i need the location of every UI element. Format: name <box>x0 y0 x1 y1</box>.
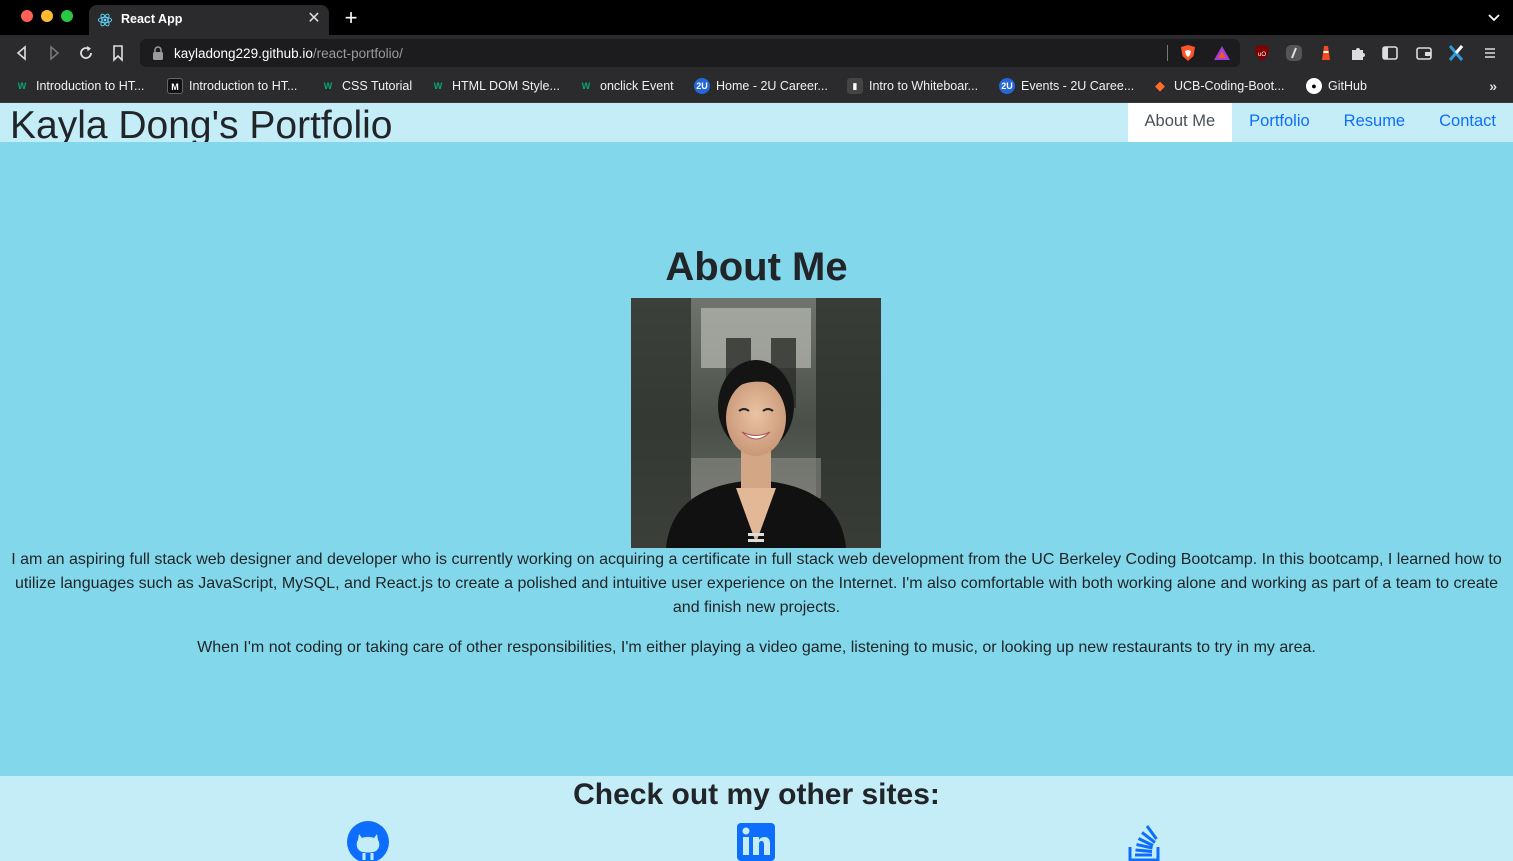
bookmark-item[interactable]: W Introduction to HT... <box>14 78 145 96</box>
page: Kayla Dong's Portfolio About Me Portfoli… <box>0 103 1513 861</box>
w3schools-icon: W <box>581 81 591 91</box>
brave-rewards-icon[interactable] <box>1213 44 1231 62</box>
about-heading: About Me <box>665 245 848 289</box>
bookmark-item[interactable]: ▮ Intro to Whiteboar... <box>847 78 978 96</box>
react-icon <box>97 13 113 27</box>
site-footer: Check out my other sites: <box>0 776 1513 861</box>
bookmark-item[interactable]: ◆ UCB-Coding-Boot... <box>1152 78 1284 96</box>
extensions-puzzle-icon[interactable] <box>1349 44 1367 62</box>
bookmark-icon[interactable] <box>109 44 127 62</box>
about-paragraph: When I'm not coding or taking care of ot… <box>197 639 1316 656</box>
bookmark-item[interactable]: 2U Events - 2U Caree... <box>999 78 1134 96</box>
back-icon[interactable] <box>13 44 31 62</box>
url-text: kayladong229.github.io/react-portfolio/ <box>174 46 403 61</box>
extension-slash-icon[interactable] <box>1285 44 1303 62</box>
bookmark-item[interactable]: W CSS Tutorial <box>320 78 412 96</box>
nav-resume[interactable]: Resume <box>1327 103 1422 142</box>
svg-text:uO: uO <box>1258 52 1266 58</box>
close-window-button[interactable] <box>21 10 33 22</box>
forward-icon[interactable] <box>45 44 63 62</box>
nav-about-me[interactable]: About Me <box>1127 103 1233 142</box>
bookmarks-bar: W Introduction to HT... M Introduction to … <box>0 71 1513 103</box>
bookmark-item[interactable]: M Introduction to HT... <box>167 78 297 96</box>
extension-lighthouse-icon[interactable] <box>1317 44 1335 62</box>
tab-title: React App <box>121 12 183 26</box>
bookmark-item[interactable]: W HTML DOM Style... <box>430 78 560 96</box>
bookmark-item[interactable]: Wonclick Event <box>578 78 674 96</box>
url-separator <box>1167 45 1168 61</box>
m-icon: M <box>167 78 183 94</box>
maximize-window-button[interactable] <box>61 10 73 22</box>
linkedin-icon[interactable] <box>734 820 778 861</box>
ublock-icon[interactable]: uO <box>1253 44 1271 62</box>
bookmark-item[interactable]: 2U Home - 2U Career... <box>694 78 828 96</box>
new-tab-button[interactable]: + <box>341 7 361 29</box>
browser-tab-bar: React App ✕ + <box>0 0 1513 35</box>
chevron-down-icon[interactable] <box>1487 10 1501 24</box>
lock-icon <box>153 46 163 60</box>
nav-portfolio[interactable]: Portfolio <box>1232 103 1327 142</box>
site-header: Kayla Dong's Portfolio About Me Portfoli… <box>0 103 1513 147</box>
nav-contact[interactable]: Contact <box>1422 103 1513 142</box>
w3schools-icon: W <box>323 81 333 91</box>
reload-icon[interactable] <box>77 44 95 62</box>
wallet-icon[interactable] <box>1415 44 1433 62</box>
close-tab-icon[interactable]: ✕ <box>305 10 323 28</box>
about-section: About Me I am an aspiring full stack web… <box>0 142 1513 776</box>
gitlab-icon: ◆ <box>1155 78 1165 93</box>
browser-tab[interactable]: React App ✕ <box>89 5 329 35</box>
2u-icon: 2U <box>999 78 1015 94</box>
footer-heading: Check out my other sites: <box>573 778 940 811</box>
address-bar[interactable]: kayladong229.github.io/react-portfolio/ <box>140 39 1240 67</box>
profile-photo <box>631 298 881 548</box>
book-icon: ▮ <box>847 78 863 94</box>
browser-toolbar: kayladong229.github.io/react-portfolio/ … <box>0 35 1513 71</box>
github-icon: ● <box>1306 78 1322 94</box>
minimize-window-button[interactable] <box>41 10 53 22</box>
2u-icon: 2U <box>694 78 710 94</box>
w3schools-icon: W <box>433 81 443 91</box>
about-paragraph: I am an aspiring full stack web designer… <box>11 551 1502 616</box>
profile-x-icon[interactable] <box>1447 44 1465 62</box>
menu-icon[interactable] <box>1481 44 1499 62</box>
sidebar-icon[interactable] <box>1381 44 1399 62</box>
github-icon[interactable] <box>346 820 390 861</box>
more-bookmarks-button[interactable]: » <box>1489 78 1497 94</box>
brave-shields-icon[interactable] <box>1179 44 1197 62</box>
w3schools-icon: W <box>17 81 27 91</box>
site-nav: About Me Portfolio Resume Contact <box>1127 103 1513 142</box>
stackoverflow-icon[interactable] <box>1122 820 1166 861</box>
bookmark-item[interactable]: ● GitHub <box>1306 78 1367 96</box>
